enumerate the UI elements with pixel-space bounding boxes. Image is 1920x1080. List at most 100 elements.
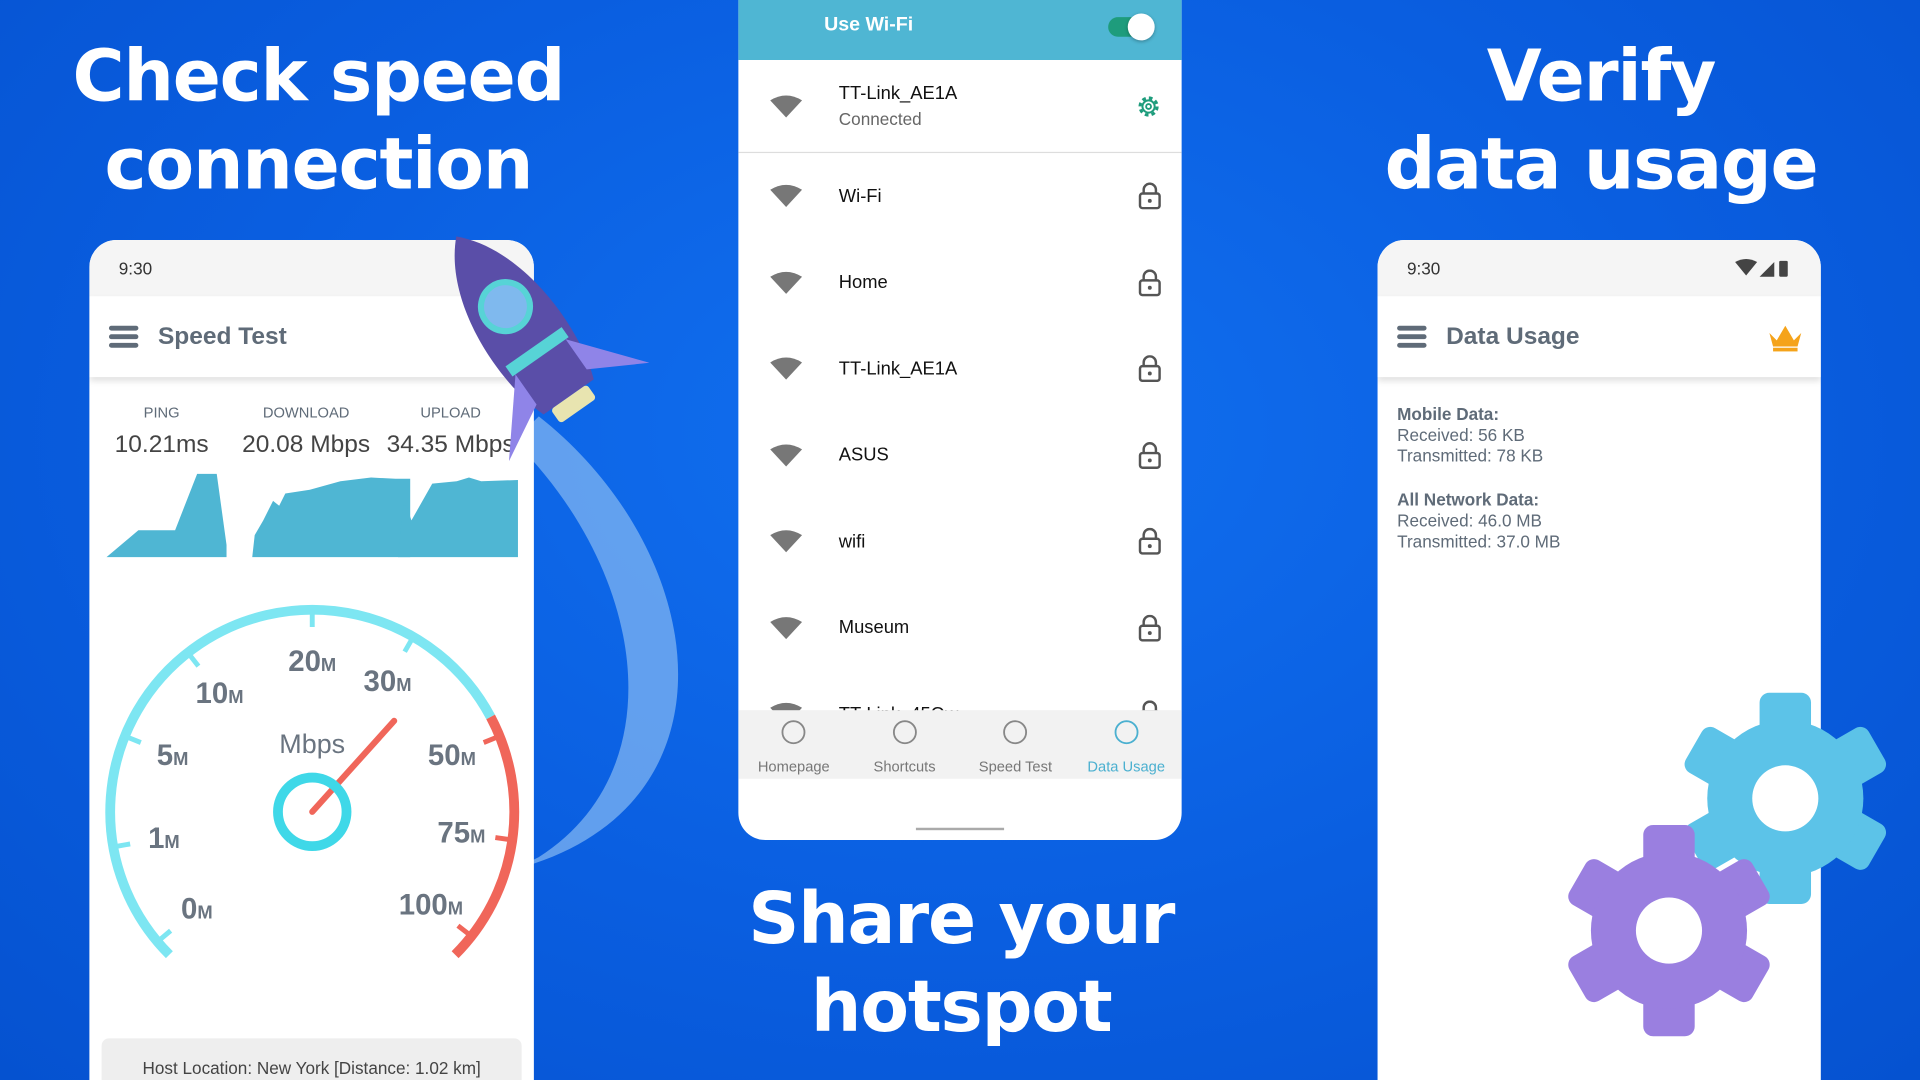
wifi-network-row[interactable]: TT-Link_AE1A Connected xyxy=(738,60,1182,154)
headline-center: Share your hotspot xyxy=(686,874,1237,1050)
nav-label: Homepage xyxy=(757,757,830,776)
network-name: wifi xyxy=(838,531,866,552)
rocket-illustration xyxy=(454,236,650,462)
wifi-signal-icon xyxy=(770,530,803,553)
network-name: ASUS xyxy=(838,444,889,466)
bottom-nav: Homepage Shortcuts Speed Test Data Usage xyxy=(738,710,1182,779)
gauge-tick-label: 0M xyxy=(181,892,213,925)
gauge-unit: Mbps xyxy=(279,729,345,759)
headline-left: Check speed connection xyxy=(24,32,612,208)
crown-icon[interactable] xyxy=(1767,323,1804,352)
headline-right: Verify data usage xyxy=(1322,32,1879,208)
wifi-network-row[interactable]: wifi xyxy=(738,498,1181,584)
headline-line: hotspot xyxy=(810,964,1113,1049)
gears-illustration xyxy=(1568,692,1887,1037)
clock: 9:30 xyxy=(1406,258,1441,278)
network-name: TT-Link_AE1A xyxy=(838,83,958,105)
wifi-signal-icon xyxy=(770,94,803,117)
menu-icon[interactable] xyxy=(108,325,139,348)
nav-data-usage[interactable]: Data Usage xyxy=(1071,710,1182,779)
network-name: Home xyxy=(838,272,888,293)
host-location: Host Location: New York [Distance: 1.02 … xyxy=(101,1038,522,1080)
wifi-network-row[interactable]: Museum xyxy=(738,585,1181,671)
ping-sparkline xyxy=(106,473,227,558)
wifi-network-row[interactable]: Wi-Fi xyxy=(738,153,1181,239)
sparklines xyxy=(106,473,518,558)
headline-line: data usage xyxy=(1384,122,1819,206)
gauge-tick xyxy=(112,841,131,850)
mobile-data-heading: Mobile Data: xyxy=(1397,404,1500,424)
cloud-data-icon xyxy=(1114,720,1139,745)
gauge-tick-label: 5M xyxy=(157,739,189,772)
metric-value: 20.08 Mbps xyxy=(242,431,371,458)
wifi-list: TT-Link_AE1A Connected Wi-Fi Home TT-Link… xyxy=(738,60,1182,757)
status-bar: 9:30 xyxy=(1377,240,1821,297)
download-sparkline xyxy=(252,477,411,558)
wifi-network-row[interactable]: Home xyxy=(738,239,1181,325)
nav-label: Shortcuts xyxy=(873,757,936,776)
lock-icon xyxy=(1138,269,1161,297)
clock: 9:30 xyxy=(118,258,153,278)
wifi-signal-icon xyxy=(770,271,803,294)
home-indicator xyxy=(915,827,1005,831)
mobile-received: Received: 56 KB xyxy=(1397,424,1525,445)
gauge-tick-label: 20M xyxy=(288,645,336,678)
gauge-tick-label: 30M xyxy=(364,665,412,698)
gauge-tick-label: 75M xyxy=(437,817,485,850)
gauge-tick-label: 10M xyxy=(196,677,244,710)
metric-label: PING xyxy=(143,404,180,422)
nav-label: Data Usage xyxy=(1087,757,1166,776)
gauge-tick xyxy=(155,928,173,944)
upload-sparkline xyxy=(397,477,518,558)
app-bar: Data Usage xyxy=(1377,296,1821,378)
wifi-network-row[interactable]: TT-Link_AE1A xyxy=(738,326,1181,412)
gauge-tick-label: 100M xyxy=(399,888,463,921)
all-data-heading: All Network Data: xyxy=(1397,489,1540,510)
nav-shortcuts[interactable]: Shortcuts xyxy=(849,710,960,779)
gauge-tick-label: 50M xyxy=(428,739,476,772)
lock-icon xyxy=(1138,528,1161,556)
wifi-network-row[interactable]: ASUS xyxy=(738,412,1181,498)
mobile-transmitted: Transmitted: 78 KB xyxy=(1397,445,1544,466)
wifi-header-label: Use Wi-Fi xyxy=(824,14,914,36)
lock-icon xyxy=(1138,182,1161,210)
gear-icon[interactable] xyxy=(1135,92,1162,119)
headline-line: connection xyxy=(104,122,534,206)
page-title: Speed Test xyxy=(157,322,287,350)
lock-icon xyxy=(1138,441,1161,469)
nav-label: Speed Test xyxy=(978,757,1053,776)
gauge-tick-label: 1M xyxy=(148,822,180,855)
metric-ping: PING 10.21ms xyxy=(89,404,233,459)
all-received: Received: 46.0 MB xyxy=(1397,510,1542,531)
nav-homepage[interactable]: Homepage xyxy=(738,710,849,779)
wifi-toggle[interactable] xyxy=(1108,13,1155,41)
all-transmitted: Transmitted: 37.0 MB xyxy=(1397,531,1561,552)
all-network-data: All Network Data: Received: 46.0 MB Tran… xyxy=(1397,490,1801,552)
wifi-signal-icon xyxy=(770,444,803,467)
headline-line: Check speed xyxy=(72,34,565,118)
menu-icon[interactable] xyxy=(1397,325,1427,348)
wifi-signal-icon xyxy=(770,616,803,639)
speed-gauge: 0M 1M 5M10M 20M 30M 50M 75M 100M Mbps xyxy=(105,604,520,959)
wifi-signal-icon xyxy=(770,185,803,208)
lock-icon xyxy=(1138,614,1161,642)
headline-line: Share your xyxy=(748,876,1175,961)
network-status: Connected xyxy=(838,108,922,129)
page-title: Data Usage xyxy=(1446,322,1580,350)
network-name: Wi-Fi xyxy=(838,185,882,207)
lock-icon xyxy=(1138,355,1161,383)
mobile-data: Mobile Data: Received: 56 KB Transmitted… xyxy=(1397,404,1801,466)
data-usage-content: Mobile Data: Received: 56 KB Transmitted… xyxy=(1378,377,1821,579)
headline-line: Verify xyxy=(1486,34,1717,118)
wifi-phone: Use Wi-Fi TT-Link_AE1A Connected Wi-Fi Ho… xyxy=(738,0,1182,841)
shortcuts-icon xyxy=(892,720,917,745)
wifi-header: Use Wi-Fi xyxy=(738,0,1182,61)
metric-label: DOWNLOAD xyxy=(262,404,350,422)
nav-speed-test[interactable]: Speed Test xyxy=(960,710,1071,779)
metric-value: 10.21ms xyxy=(114,431,209,458)
status-icons xyxy=(1735,258,1788,277)
metric-download: DOWNLOAD 20.08 Mbps xyxy=(234,404,378,459)
network-name: Museum xyxy=(838,617,910,639)
speedometer-icon xyxy=(1003,720,1028,745)
network-name: TT-Link_AE1A xyxy=(838,358,958,380)
